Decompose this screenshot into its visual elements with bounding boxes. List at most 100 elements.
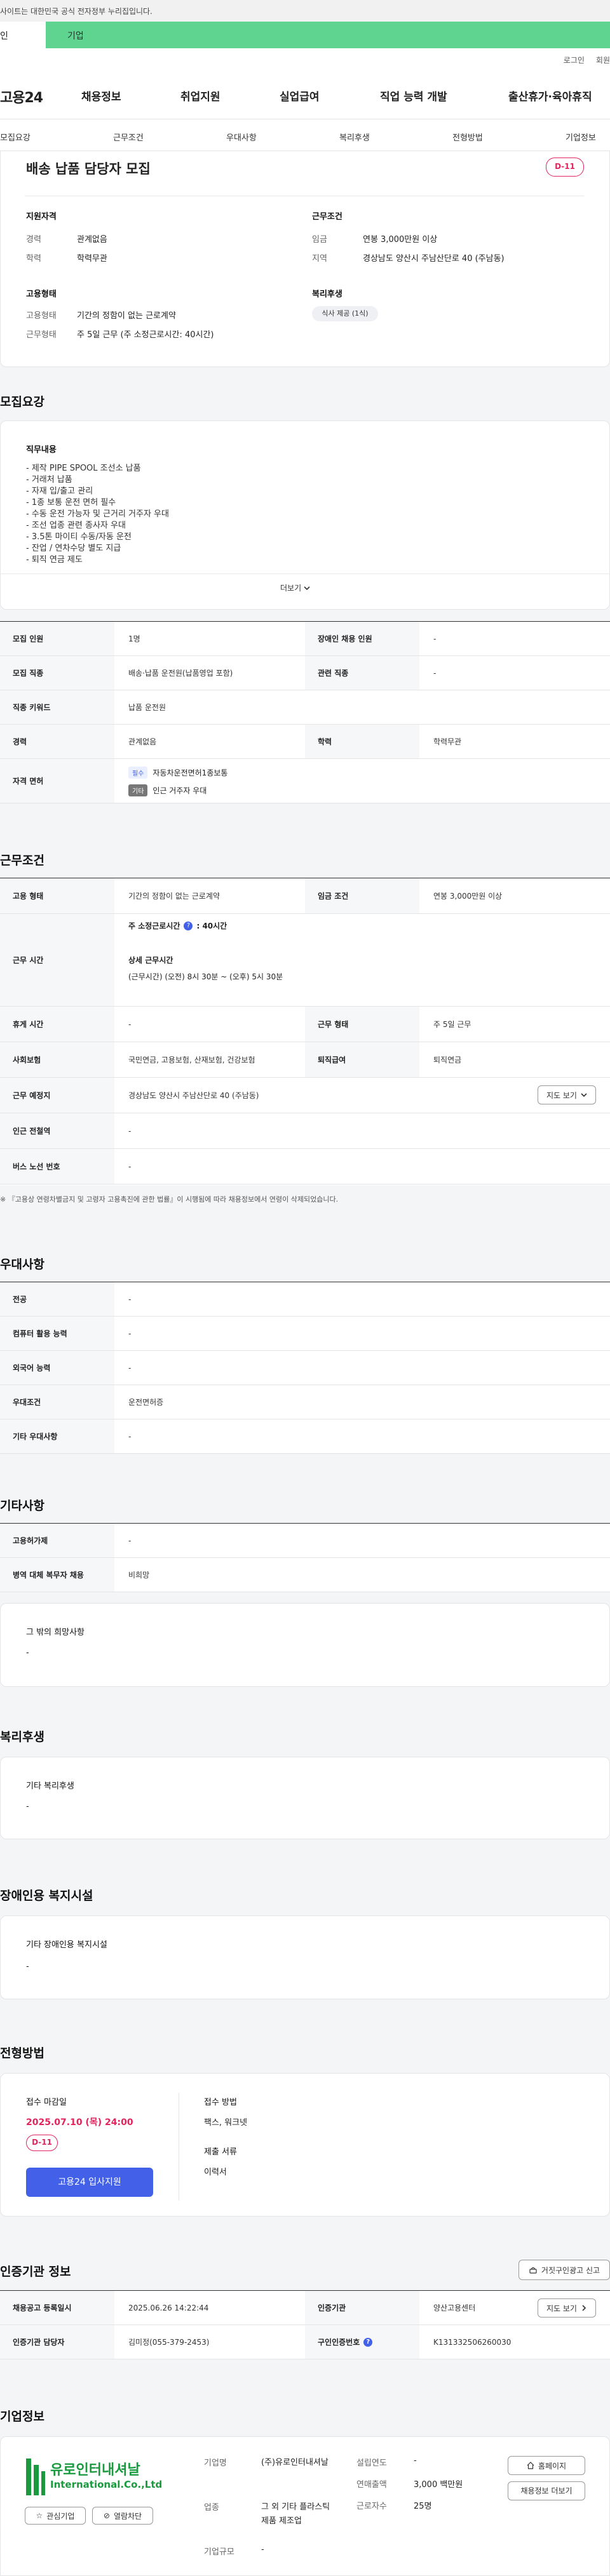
company-name: (주)유로인터내셔날 <box>261 2458 329 2467</box>
table-row: 병역 대체 복무자 채용 비희망 <box>0 1558 610 1592</box>
method-label: 접수 방법 <box>204 2098 237 2107</box>
site-header: 로그인 회원 고용24 채용정보 취업지원 실업급여 직업 능력 개발 출산휴가… <box>0 48 610 119</box>
subnav-conditions[interactable]: 근무조건 <box>113 131 144 143</box>
report-false-ad-button[interactable]: 거짓구인광고 신고 <box>518 2260 610 2280</box>
duty-item: - 거래처 납품 <box>26 475 72 485</box>
chevron-down-icon <box>304 586 310 590</box>
more-jobs-button[interactable]: 채용정보 더보기 <box>508 2481 585 2500</box>
table-row: 외국어 능력 - <box>0 1351 610 1385</box>
gnb-item-employment-support[interactable]: 취업지원 <box>180 88 220 104</box>
duty-item: - 자재 입/출고 관리 <box>26 486 93 496</box>
tab-corporate[interactable]: 기업 <box>46 22 610 48</box>
duty-item: - 조선 업종 관련 종사자 우대 <box>26 521 126 530</box>
table-row: 버스 노선 번호 - <box>0 1149 610 1184</box>
table-header: 외국어 능력 <box>0 1351 114 1385</box>
login-link[interactable]: 로그인 <box>564 55 585 65</box>
gnb-item-parental-leave[interactable]: 출산휴가·육아휴직 <box>508 88 592 104</box>
other-section-title: 기타사항 <box>0 1499 44 1513</box>
subnav-preferences[interactable]: 우대사항 <box>226 131 257 143</box>
table-header: 기타 우대사항 <box>0 1419 114 1453</box>
docs-label: 제출 서류 <box>204 2147 237 2157</box>
table-row: 휴게 시간 - 근무 형태 주 5일 근무 <box>0 1007 610 1042</box>
company-logo: 유로인터내셔날 International.Co.,Ltd <box>25 2456 162 2498</box>
table-row: 경력 관계없음 학력 학력무관 <box>0 725 610 759</box>
gov-notice-text: 사이트는 대한민국 공식 전자정부 누리집입니다. <box>0 7 152 16</box>
disabled-card: 기타 장애인용 복지시설 - <box>0 1915 610 1999</box>
license-value: 자동차운전면허1종보통 <box>152 768 228 777</box>
table-header: 인증기관 담당자 <box>0 2325 114 2359</box>
disabled-value: - <box>26 1962 29 1971</box>
apply-button[interactable]: 고용24 입사지원 <box>26 2168 153 2197</box>
star-icon: ☆ <box>36 2511 43 2520</box>
map-button[interactable]: 지도 보기 <box>538 2298 596 2318</box>
company-key: 근로자수 <box>356 2502 387 2511</box>
table-header: 전공 <box>0 1282 114 1316</box>
subnav-process[interactable]: 전형방법 <box>452 131 483 143</box>
table-header: 임금 조건 <box>305 878 419 913</box>
chevron-down-icon <box>581 1093 587 1097</box>
hours-detail-value: (근무시간) (오전) 8시 30분 ~ (오후) 5시 30분 <box>128 972 283 981</box>
table-cell: 납품 운전원 <box>128 703 166 712</box>
table-header: 직종 키워드 <box>0 690 114 724</box>
block-view-button[interactable]: ⊘ 열람차단 <box>92 2507 153 2525</box>
dday-badge: D-11 <box>546 158 584 177</box>
table-header: 고용 형태 <box>0 878 114 913</box>
table-cell: 기간의 정함이 없는 근로계약 <box>128 892 220 901</box>
hours-standard-label: 주 소정근로시간 <box>128 922 180 930</box>
extra-wish-card: 그 밖의 희망사항 - <box>0 1603 610 1687</box>
docs-value: 이력서 <box>204 2168 227 2177</box>
subnav-recruit[interactable]: 모집요강 <box>0 131 30 143</box>
license-value: 인근 거주자 우대 <box>152 786 207 795</box>
homepage-button[interactable]: 홈페이지 <box>508 2456 585 2475</box>
block-icon: ⊘ <box>103 2511 110 2520</box>
table-cell: - <box>128 1019 132 1029</box>
info-icon[interactable]: ? <box>184 921 193 930</box>
extra-wish-value: - <box>26 1648 29 1658</box>
emp-key: 근무형태 <box>26 330 57 340</box>
table-row: 자격 면허 필수 자동차운전면허1종보통 기타 인근 거주자 우대 <box>0 759 610 803</box>
map-button[interactable]: 지도 보기 <box>538 1085 596 1104</box>
table-header: 휴게 시간 <box>0 1007 114 1042</box>
work-table: 고용 형태 기간의 정함이 없는 근로계약 임금 조건 연봉 3,000만원 이… <box>0 878 610 1185</box>
duty-item: - 3.5톤 마이티 수동/자동 운전 <box>26 532 132 542</box>
table-cell: 경상남도 양산시 주남산단로 40 (주남동) <box>128 1091 259 1100</box>
section-subnav: 모집요강 근무조건 우대사항 복리후생 전형방법 기업정보 <box>0 119 610 151</box>
more-button[interactable]: 더보기 <box>280 582 310 593</box>
duty-item: - 퇴직 연금 제도 <box>26 555 83 565</box>
cert-id-label: 구인인증번호 <box>318 2338 360 2347</box>
emp-value: 주 5일 근무 (주 소정근로시간: 40시간) <box>77 330 214 340</box>
table-header: 근무 예정지 <box>0 1078 114 1113</box>
recruit-table: 모집 인원 1명 장애인 채용 인원 - 모집 직종 배송·납품 운전원(납품영… <box>0 621 610 803</box>
site-logo[interactable]: 고용24 <box>0 86 43 107</box>
table-cell: 양산고용센터 <box>433 2304 476 2312</box>
gnb-item-unemployment-benefit[interactable]: 실업급여 <box>280 88 320 104</box>
table-row: 사회보험 국민연금, 고용보험, 산재보험, 건강보험 퇴직급여 퇴직연금 <box>0 1042 610 1078</box>
tab-personal[interactable]: 인 <box>0 22 46 48</box>
table-row: 컴퓨터 활용 능력 - <box>0 1317 610 1351</box>
gnb-item-skill-development[interactable]: 직업 능력 개발 <box>380 88 447 104</box>
signup-link[interactable]: 회원 <box>596 55 610 65</box>
welfare-label: 기타 복리후생 <box>26 1781 74 1791</box>
table-cell: 운전면허증 <box>128 1398 164 1407</box>
company-logo-subtext: International.Co.,Ltd <box>50 2479 163 2490</box>
company-card: 유로인터내셔날 International.Co.,Ltd ☆ 관심기업 ⊘ 열… <box>0 2436 610 2576</box>
welfare-card: 기타 복리후생 - <box>0 1757 610 1839</box>
disabled-label: 기타 장애인용 복지시설 <box>26 1940 107 1950</box>
job-title: 배송 납품 담당자 모집 <box>26 161 151 177</box>
pref-table: 전공 - 컴퓨터 활용 능력 - 외국어 능력 - 우대조건 운전면허증 기타 … <box>0 1282 610 1454</box>
table-header: 버스 노선 번호 <box>0 1149 114 1184</box>
license-tag-other: 기타 <box>128 784 148 796</box>
user-type-tabs: 인 기업 <box>0 22 610 48</box>
gnb-item-jobs[interactable]: 채용정보 <box>81 88 121 104</box>
subnav-welfare[interactable]: 복리후생 <box>339 131 370 143</box>
subnav-company[interactable]: 기업정보 <box>566 131 596 143</box>
table-cell: 비희망 <box>128 1571 150 1580</box>
table-cell: 1명 <box>128 634 140 643</box>
favorite-company-button[interactable]: ☆ 관심기업 <box>25 2507 86 2525</box>
company-employees: 25명 <box>414 2502 432 2511</box>
cond-value: 연봉 3,000만원 이상 <box>363 235 438 245</box>
table-row: 전공 - <box>0 1282 610 1317</box>
table-cell: 관계없음 <box>128 737 157 746</box>
info-icon[interactable]: ? <box>363 2337 373 2347</box>
table-cell: K131332506260030 <box>433 2337 512 2347</box>
